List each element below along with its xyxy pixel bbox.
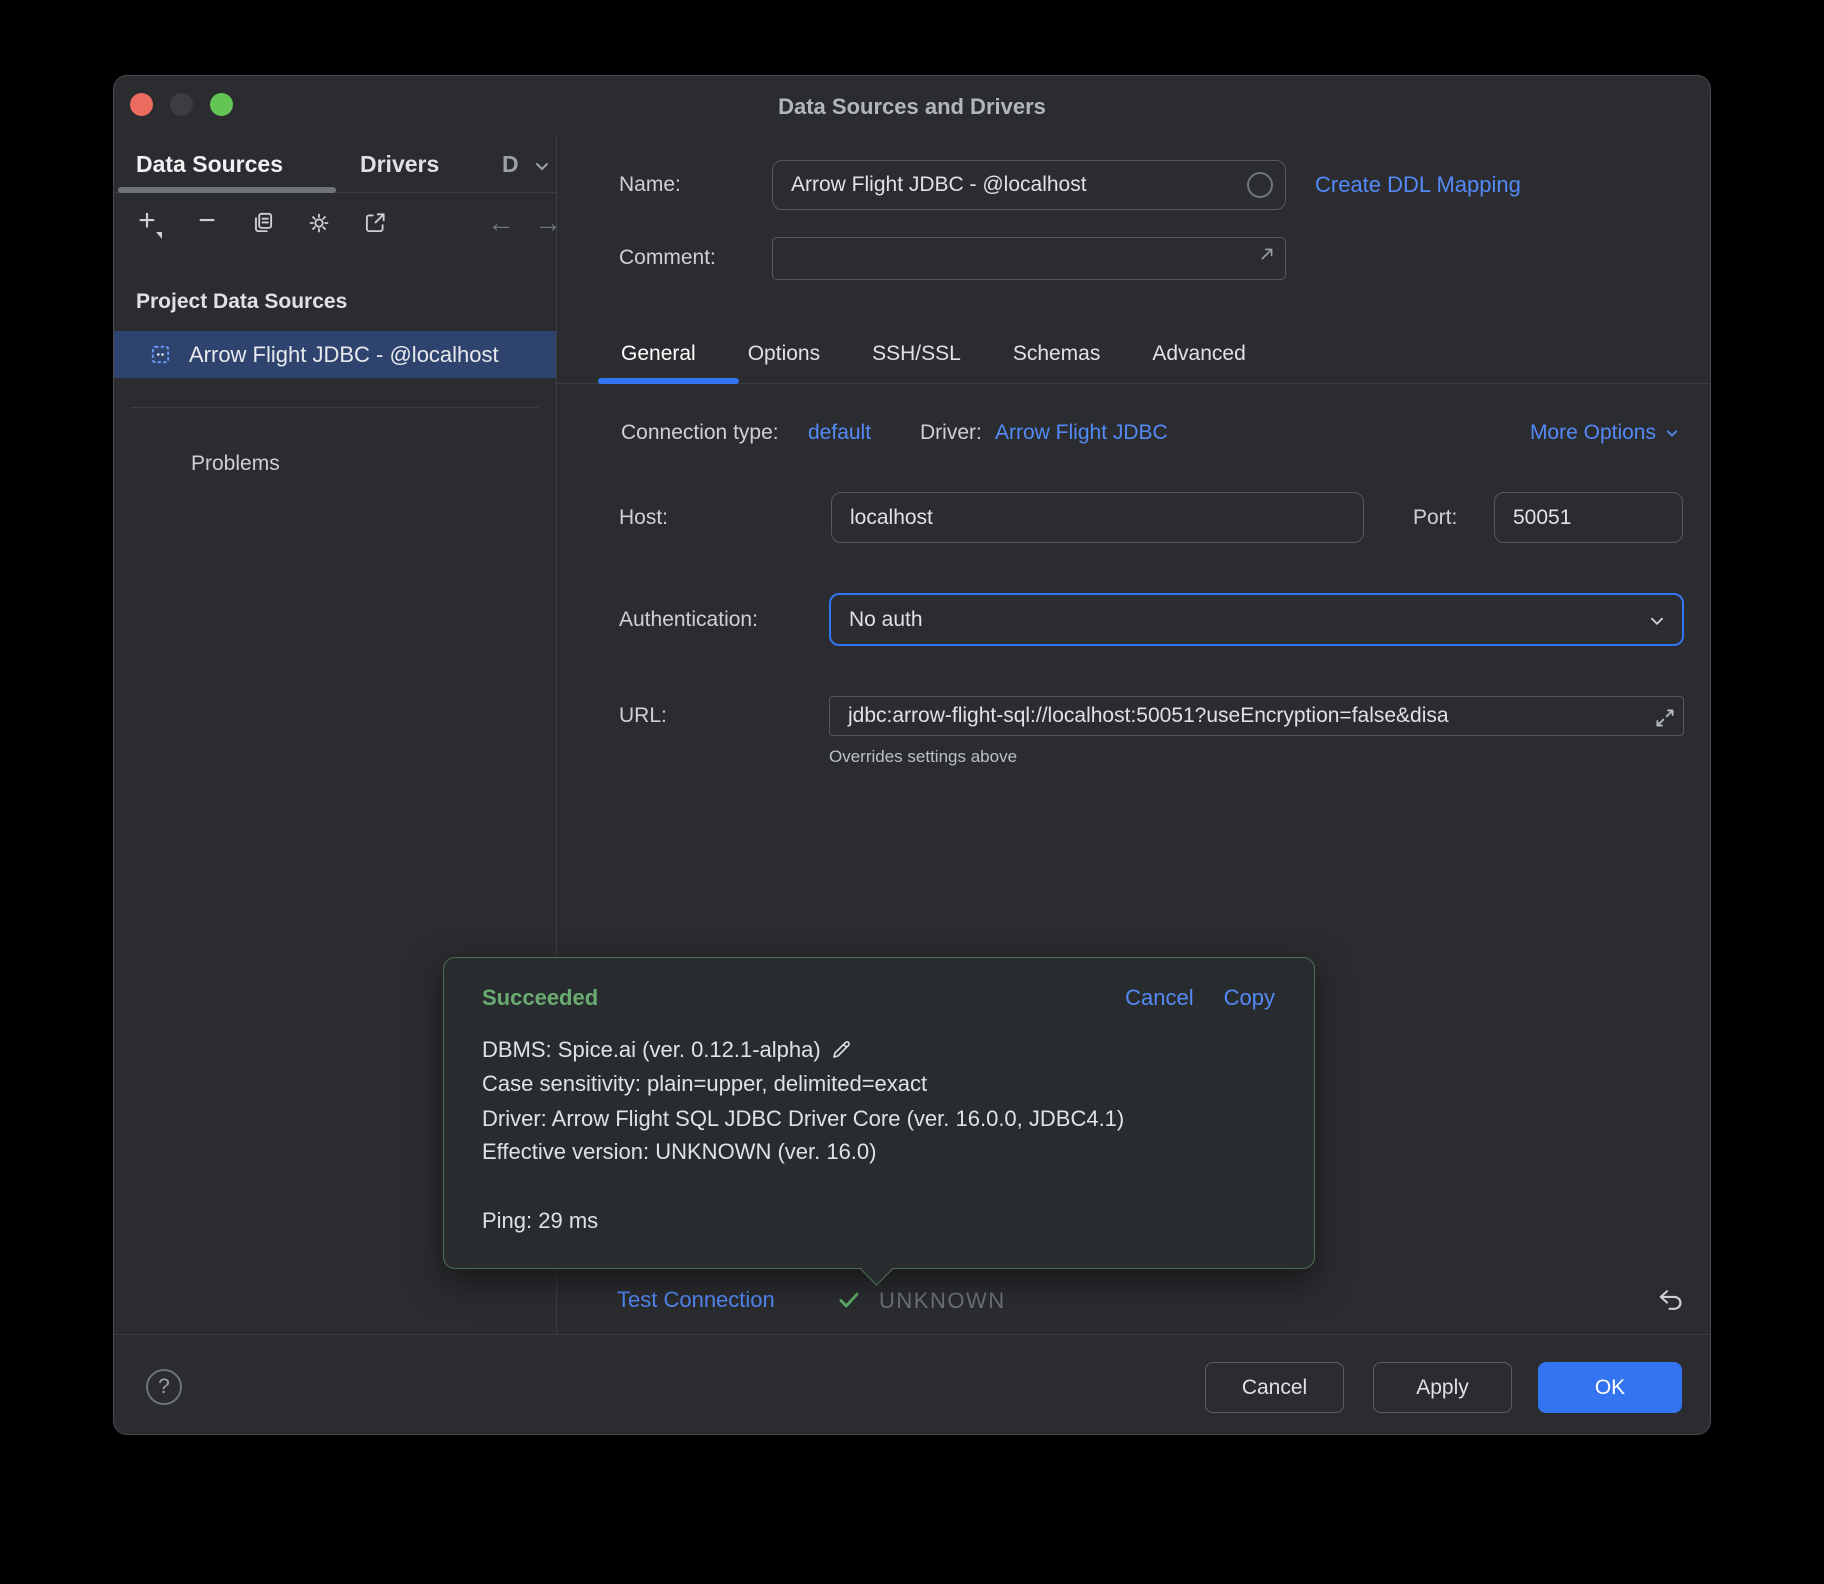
comment-label: Comment: bbox=[619, 246, 716, 270]
authentication-select[interactable]: No auth bbox=[829, 593, 1684, 646]
help-icon[interactable]: ? bbox=[146, 1369, 182, 1405]
settings-tabs: General Options SSH/SSL Schemas Advanced bbox=[621, 336, 1246, 372]
driver-value-link[interactable]: Arrow Flight JDBC bbox=[995, 421, 1168, 445]
remove-data-source-button[interactable]: − bbox=[190, 204, 224, 238]
tab-general[interactable]: General bbox=[621, 342, 696, 366]
project-data-sources-group: Project Data Sources bbox=[136, 290, 347, 314]
tab-options[interactable]: Options bbox=[748, 342, 820, 366]
edit-pencil-icon[interactable] bbox=[829, 1038, 853, 1062]
active-tab-indicator bbox=[118, 187, 336, 193]
popup-actions: Cancel Copy bbox=[1125, 985, 1275, 1011]
select-chevron-down-icon bbox=[1646, 610, 1668, 632]
tab-ddl-mappings-truncated[interactable]: D bbox=[502, 146, 519, 182]
host-field-value: localhost bbox=[850, 506, 933, 530]
port-field-value: 50051 bbox=[1513, 506, 1571, 530]
create-ddl-mapping-link[interactable]: Create DDL Mapping bbox=[1315, 172, 1521, 198]
expand-comment-icon[interactable] bbox=[1256, 243, 1278, 265]
host-field[interactable]: localhost bbox=[831, 492, 1364, 543]
tab-ssh-ssl[interactable]: SSH/SSL bbox=[872, 342, 961, 366]
chevron-down-icon bbox=[1662, 423, 1682, 443]
driver-label: Driver: bbox=[920, 421, 982, 445]
more-options-link[interactable]: More Options bbox=[1530, 421, 1682, 445]
close-window-button[interactable] bbox=[130, 93, 153, 116]
forward-arrow-icon[interactable]: → bbox=[531, 206, 565, 240]
ping-line: Ping: 29 ms bbox=[482, 1208, 598, 1234]
url-hint: Overrides settings above bbox=[829, 747, 1017, 767]
url-field[interactable]: jdbc:arrow-flight-sql://localhost:50051?… bbox=[829, 696, 1684, 736]
data-source-list-item-selected[interactable]: Arrow Flight JDBC - @localhost bbox=[114, 331, 556, 378]
footer-divider bbox=[114, 1334, 1711, 1335]
dbms-line: DBMS: Spice.ai (ver. 0.12.1-alpha) bbox=[482, 1037, 853, 1063]
settings-gear-icon[interactable] bbox=[306, 210, 332, 236]
driver-line: Driver: Arrow Flight SQL JDBC Driver Cor… bbox=[482, 1106, 1124, 1132]
back-arrow-icon[interactable]: ← bbox=[484, 206, 518, 240]
tab-schemas[interactable]: Schemas bbox=[1013, 342, 1101, 366]
add-dropdown-triangle-icon bbox=[156, 232, 162, 239]
zoom-window-button[interactable] bbox=[210, 93, 233, 116]
port-label: Port: bbox=[1413, 506, 1457, 530]
popup-copy-link[interactable]: Copy bbox=[1224, 985, 1275, 1011]
apply-button[interactable]: Apply bbox=[1373, 1362, 1512, 1413]
data-source-item-label: Arrow Flight JDBC - @localhost bbox=[189, 331, 499, 378]
cancel-button[interactable]: Cancel bbox=[1205, 1362, 1344, 1413]
tab-advanced[interactable]: Advanced bbox=[1152, 342, 1245, 366]
name-field-value: Arrow Flight JDBC - @localhost bbox=[791, 173, 1087, 197]
dialog-title: Data Sources and Drivers bbox=[114, 94, 1710, 120]
active-main-tab-indicator bbox=[598, 378, 739, 384]
success-check-icon bbox=[836, 1287, 862, 1313]
test-connection-result-popup: Succeeded Cancel Copy DBMS: Spice.ai (ve… bbox=[443, 957, 1315, 1269]
test-connection-link[interactable]: Test Connection bbox=[617, 1287, 775, 1313]
ok-button[interactable]: OK bbox=[1538, 1362, 1682, 1413]
database-icon bbox=[149, 343, 172, 366]
url-label: URL: bbox=[619, 704, 667, 728]
more-options-label: More Options bbox=[1530, 421, 1656, 445]
status-succeeded: Succeeded bbox=[482, 985, 598, 1011]
effective-version-line: Effective version: UNKNOWN (ver. 16.0) bbox=[482, 1139, 877, 1165]
duplicate-icon[interactable] bbox=[250, 210, 276, 236]
tabs-overflow-chevron-down-icon[interactable] bbox=[530, 154, 554, 178]
name-spinner-icon bbox=[1247, 172, 1273, 198]
sidebar-row-divider bbox=[131, 407, 539, 408]
undo-icon[interactable] bbox=[1657, 1285, 1687, 1315]
connection-status-badge: UNKNOWN bbox=[879, 1288, 1006, 1314]
authentication-label: Authentication: bbox=[619, 608, 758, 632]
sidebar-item-problems[interactable]: Problems bbox=[191, 452, 280, 476]
expand-url-icon[interactable] bbox=[1652, 705, 1678, 731]
name-field[interactable]: Arrow Flight JDBC - @localhost bbox=[772, 160, 1286, 210]
data-sources-dialog: Data Sources and Drivers Data Sources Dr… bbox=[113, 75, 1711, 1435]
minimize-window-button[interactable] bbox=[170, 93, 193, 116]
port-field[interactable]: 50051 bbox=[1494, 492, 1683, 543]
name-label: Name: bbox=[619, 173, 681, 197]
connection-type-value-link[interactable]: default bbox=[808, 421, 871, 445]
comment-field[interactable] bbox=[772, 237, 1286, 280]
popup-cancel-link[interactable]: Cancel bbox=[1125, 985, 1193, 1011]
export-icon[interactable] bbox=[362, 210, 388, 236]
connection-type-label: Connection type: bbox=[621, 421, 779, 445]
authentication-value: No auth bbox=[849, 608, 923, 632]
host-label: Host: bbox=[619, 506, 668, 530]
tab-data-sources[interactable]: Data Sources bbox=[136, 146, 283, 182]
url-field-value: jdbc:arrow-flight-sql://localhost:50051?… bbox=[848, 704, 1449, 728]
tab-drivers[interactable]: Drivers bbox=[360, 146, 439, 182]
case-sensitivity-line: Case sensitivity: plain=upper, delimited… bbox=[482, 1071, 927, 1097]
